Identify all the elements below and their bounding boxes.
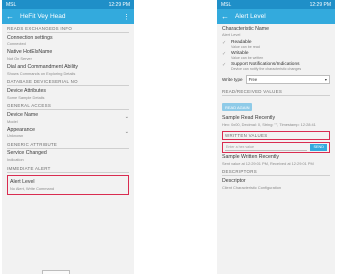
alert-level-item[interactable]: Alert Level No Alert, Write Command: [7, 174, 129, 195]
chevron-down-icon: ▾: [324, 76, 327, 82]
services-list: Reads Exchangeds Info Connection setting…: [2, 24, 134, 195]
item-sub: Indication: [7, 157, 24, 163]
list-item[interactable]: Appearance Unknown ⌄: [7, 125, 129, 140]
write-type-row: Write type Free ▾: [222, 72, 330, 87]
section-header: READ/RECEIVED VALUES: [222, 87, 330, 96]
item-label: Device Name: [7, 111, 39, 118]
item-sub: Shows Commands on Exploring Details: [7, 70, 76, 76]
item-label: Service Changed: [7, 150, 47, 157]
list-item[interactable]: Native HotElsName Not On Server: [7, 48, 129, 63]
item-sub: Model: [7, 118, 18, 124]
section-header: GENERAL ACCESS: [7, 101, 129, 111]
item-label: Connection settings: [7, 34, 53, 41]
descriptor-item[interactable]: Descriptor Client Characteristic Configu…: [222, 176, 330, 191]
item-label: Native HotElsName: [7, 49, 53, 56]
write-value-row: Enter a hex value SEND: [222, 141, 330, 153]
item-sub: Hex: 0x00, Decimal: 0, String: "", Times…: [222, 122, 316, 128]
app-bar-title: Alert Level: [235, 13, 266, 20]
item-label: Dial and Commandment Ability: [7, 64, 78, 71]
chevron-down-icon[interactable]: ⌄: [125, 129, 129, 136]
right-phone-screen: MSL 12:29 PM ← Alert Level Characteristi…: [217, 0, 335, 274]
item-sub: Unknown: [7, 133, 24, 139]
list-item[interactable]: Device Attributes Some Sample Details: [7, 86, 129, 101]
section-header: IMMEDIATE ALERT: [7, 164, 129, 173]
status-bar: MSL 12:29 PM: [217, 0, 335, 9]
list-item[interactable]: Connection settings Connected: [7, 33, 129, 48]
section-header: GENERIC ATTRIBUTE: [7, 140, 129, 149]
status-left: MSL: [6, 1, 17, 8]
property-row: ✓ Support Notifications/Indications Devi…: [222, 61, 330, 72]
characteristic-detail: Characteristic Name Alert Level ✓ Readab…: [217, 24, 335, 191]
app-bar: ← Alert Level: [217, 9, 335, 24]
check-icon: ✓: [222, 50, 227, 57]
list-item[interactable]: Dial and Commandment Ability Shows Comma…: [7, 63, 129, 78]
check-icon: ✓: [222, 39, 227, 46]
item-label: Alert Level: [10, 178, 35, 185]
read-again-button[interactable]: READ AGAIN: [222, 103, 253, 112]
item-label: Characteristic Name: [222, 25, 269, 32]
section-header: Reads Exchangeds Info: [7, 24, 129, 33]
item-sub: Alert Level: [222, 32, 241, 38]
item-sub: No Alert, Write Command: [10, 185, 55, 191]
written-value-item: Sample Written Recently Sent value at 12…: [222, 153, 330, 168]
property-row: ✓ Readable Value can be read: [222, 39, 330, 50]
property-sub: Device can notify the characteristic cha…: [231, 66, 302, 71]
bottom-handle: [42, 270, 70, 274]
item-sub: Client Characteristic Configuration: [222, 184, 282, 190]
write-type-label: Write type: [222, 76, 243, 82]
app-bar-title: HeFit Vey Head: [20, 13, 66, 20]
status-bar: MSL 12:29 PM: [2, 0, 134, 9]
list-item[interactable]: Service Changed Indication: [7, 149, 129, 164]
item-label: Sample Written Recently: [222, 154, 279, 161]
write-value-input[interactable]: Enter a hex value: [225, 144, 308, 151]
characteristic-name: Characteristic Name Alert Level: [222, 24, 330, 39]
item-sub: Connected: [7, 41, 26, 47]
list-item[interactable]: Device Name Model ⌄: [7, 110, 129, 125]
property-row: ✓ Writable Value can be written: [222, 50, 330, 61]
app-bar: ← HeFit Vey Head ⋮: [2, 9, 134, 24]
item-label: Descriptor: [222, 177, 246, 184]
item-label: Sample Read Recently: [222, 115, 276, 122]
check-icon: ✓: [222, 61, 227, 68]
property-sub: Value can be read: [231, 44, 260, 49]
write-type-select[interactable]: Free ▾: [245, 74, 330, 84]
chevron-down-icon[interactable]: ⌄: [125, 114, 129, 121]
item-sub: Not On Server: [7, 56, 32, 62]
item-sub: Sent value at 12:29:01 PM, Received at 1…: [222, 160, 314, 166]
section-header: DESCRIPTORS: [222, 167, 330, 177]
property-sub: Value can be written: [231, 55, 264, 60]
read-value-item: Sample Read Recently Hex: 0x00, Decimal:…: [222, 114, 330, 129]
status-time: 12:29 PM: [108, 1, 130, 8]
status-left: MSL: [221, 1, 232, 8]
send-button[interactable]: SEND: [310, 143, 327, 151]
left-phone-screen: MSL 12:29 PM ← HeFit Vey Head ⋮ Reads Ex…: [2, 0, 134, 274]
back-arrow-icon[interactable]: ←: [6, 12, 14, 21]
item-label: Device Attributes: [7, 87, 46, 94]
item-label: Appearance: [7, 126, 35, 133]
back-arrow-icon[interactable]: ←: [221, 12, 229, 21]
status-time: 12:29 PM: [309, 1, 331, 8]
section-header: DATABASE DEVICESERIAL NO: [7, 77, 129, 87]
written-values-header: WRITTEN VALUES: [222, 130, 330, 140]
write-type-value: Free: [248, 76, 258, 82]
overflow-menu-icon[interactable]: ⋮: [123, 13, 130, 21]
item-sub: Some Sample Details: [7, 94, 45, 100]
